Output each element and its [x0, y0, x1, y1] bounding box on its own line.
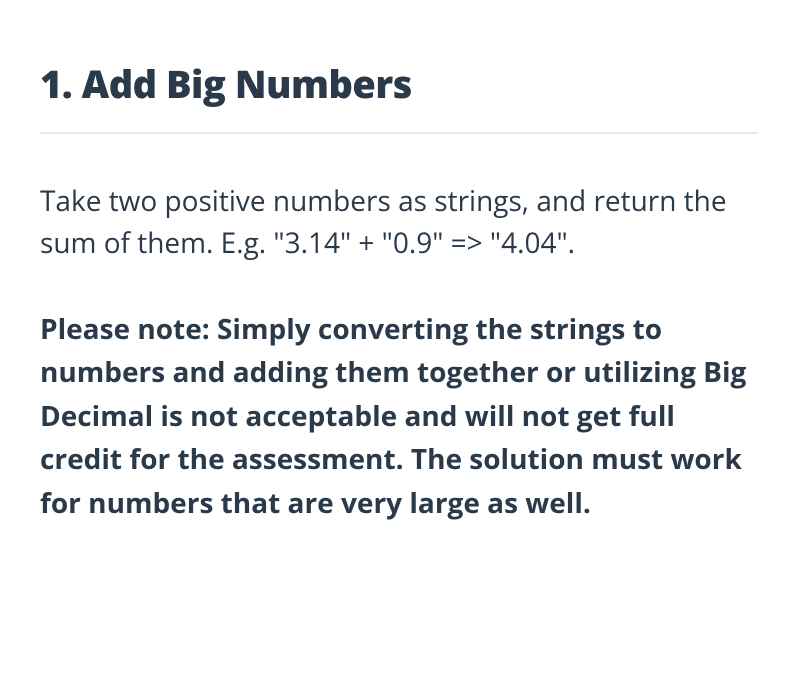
problem-heading: 1. Add Big Numbers [40, 58, 758, 110]
problem-note: Please note: Simply converting the strin… [40, 308, 758, 525]
problem-description: Take two positive numbers as strings, an… [40, 180, 758, 264]
heading-divider [40, 132, 758, 134]
